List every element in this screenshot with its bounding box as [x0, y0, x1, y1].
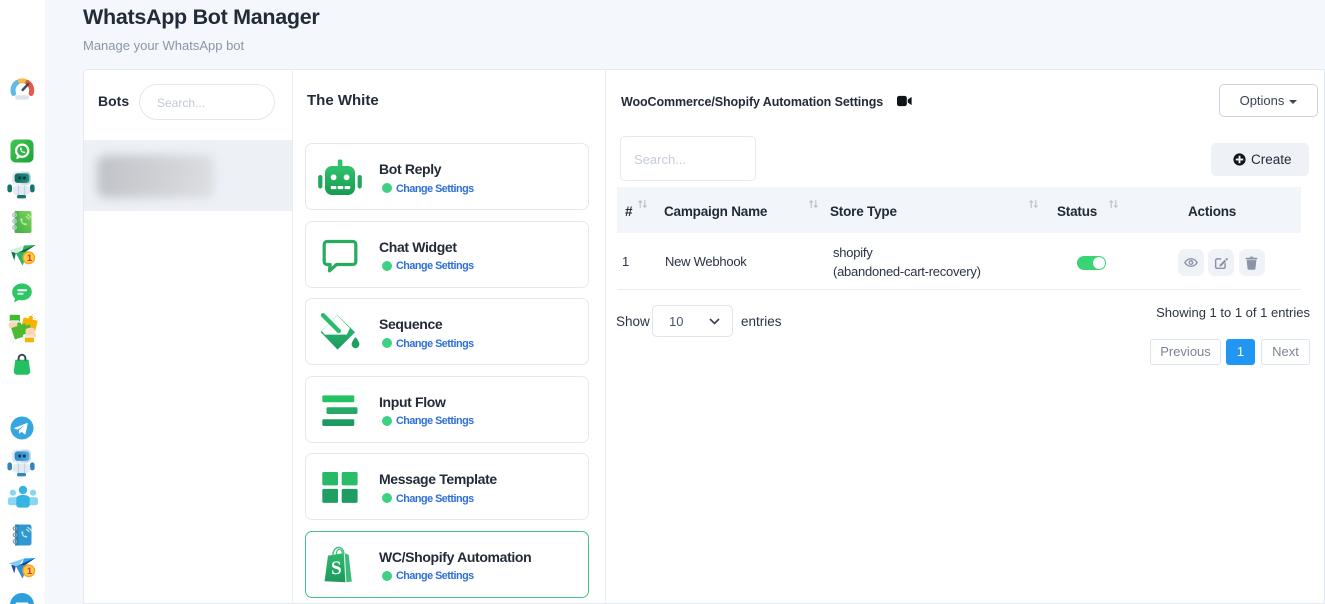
svg-text:1: 1 — [27, 566, 33, 577]
svg-text:1: 1 — [27, 253, 33, 264]
svg-text:S: S — [330, 557, 342, 579]
